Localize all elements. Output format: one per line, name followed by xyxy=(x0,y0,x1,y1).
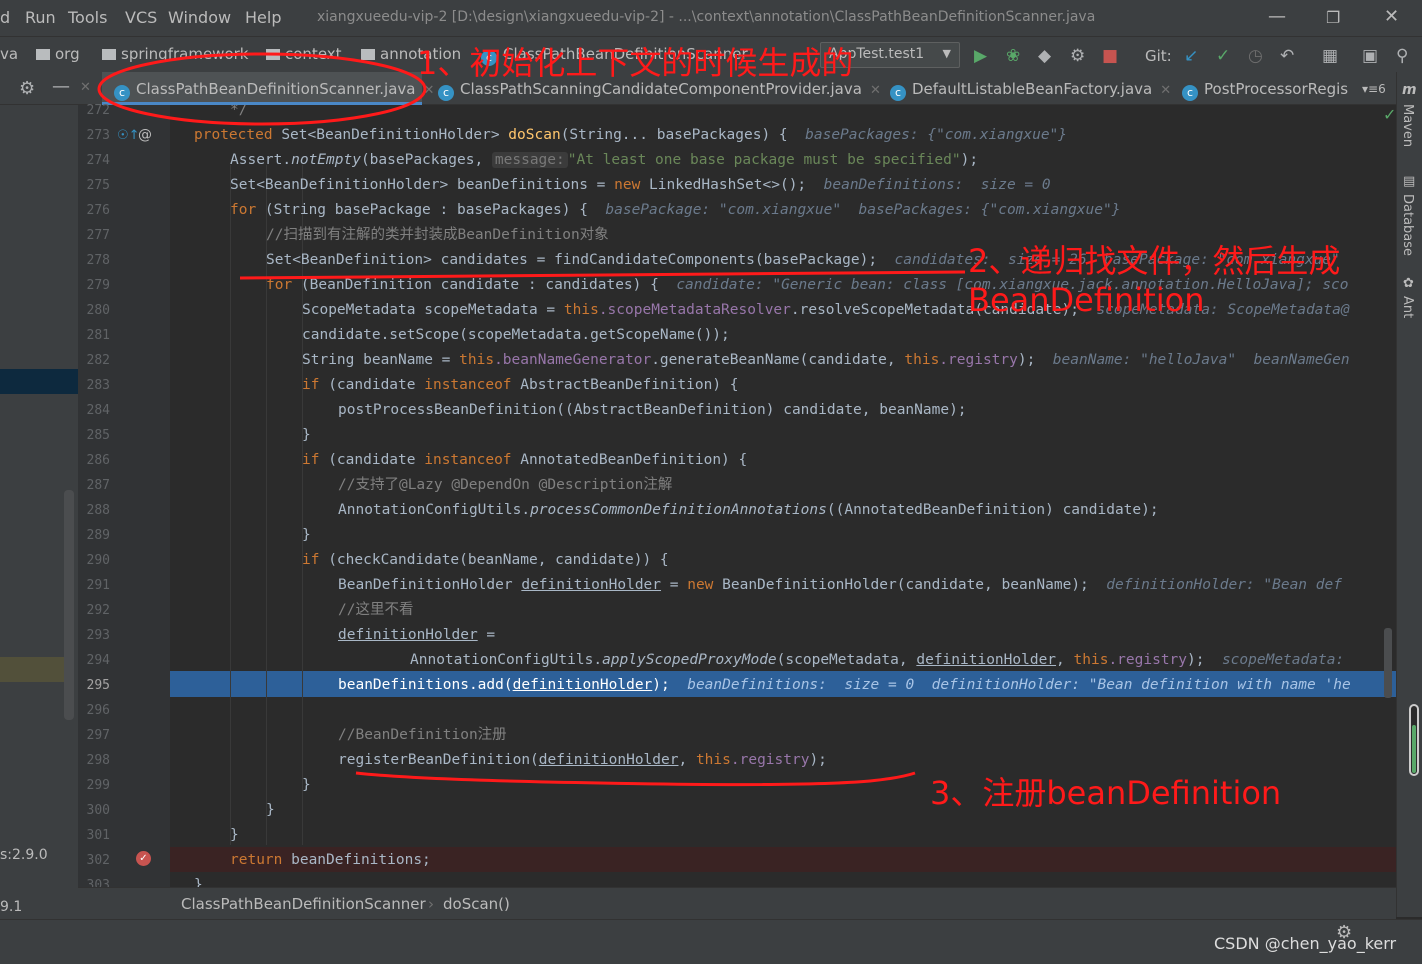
annotation-text: 2、递归找文件，然后生成 xyxy=(968,242,1341,280)
annotation-text: 3、注册beanDefinition xyxy=(930,774,1282,812)
annotation-circle xyxy=(97,52,427,126)
annotation-underline xyxy=(355,771,916,787)
ide-window: { "menu": {"items": ["d", "Run", "Tools"… xyxy=(0,0,1422,964)
annotation-text: 1、初始化上下文的时候生成的 xyxy=(417,44,854,82)
watermark: CSDN @chen_yao_kerr xyxy=(1214,934,1397,953)
annotation-underline xyxy=(239,270,966,280)
annotation-overlay xyxy=(97,52,966,787)
annotation-text: BeanDefinition xyxy=(968,281,1205,319)
